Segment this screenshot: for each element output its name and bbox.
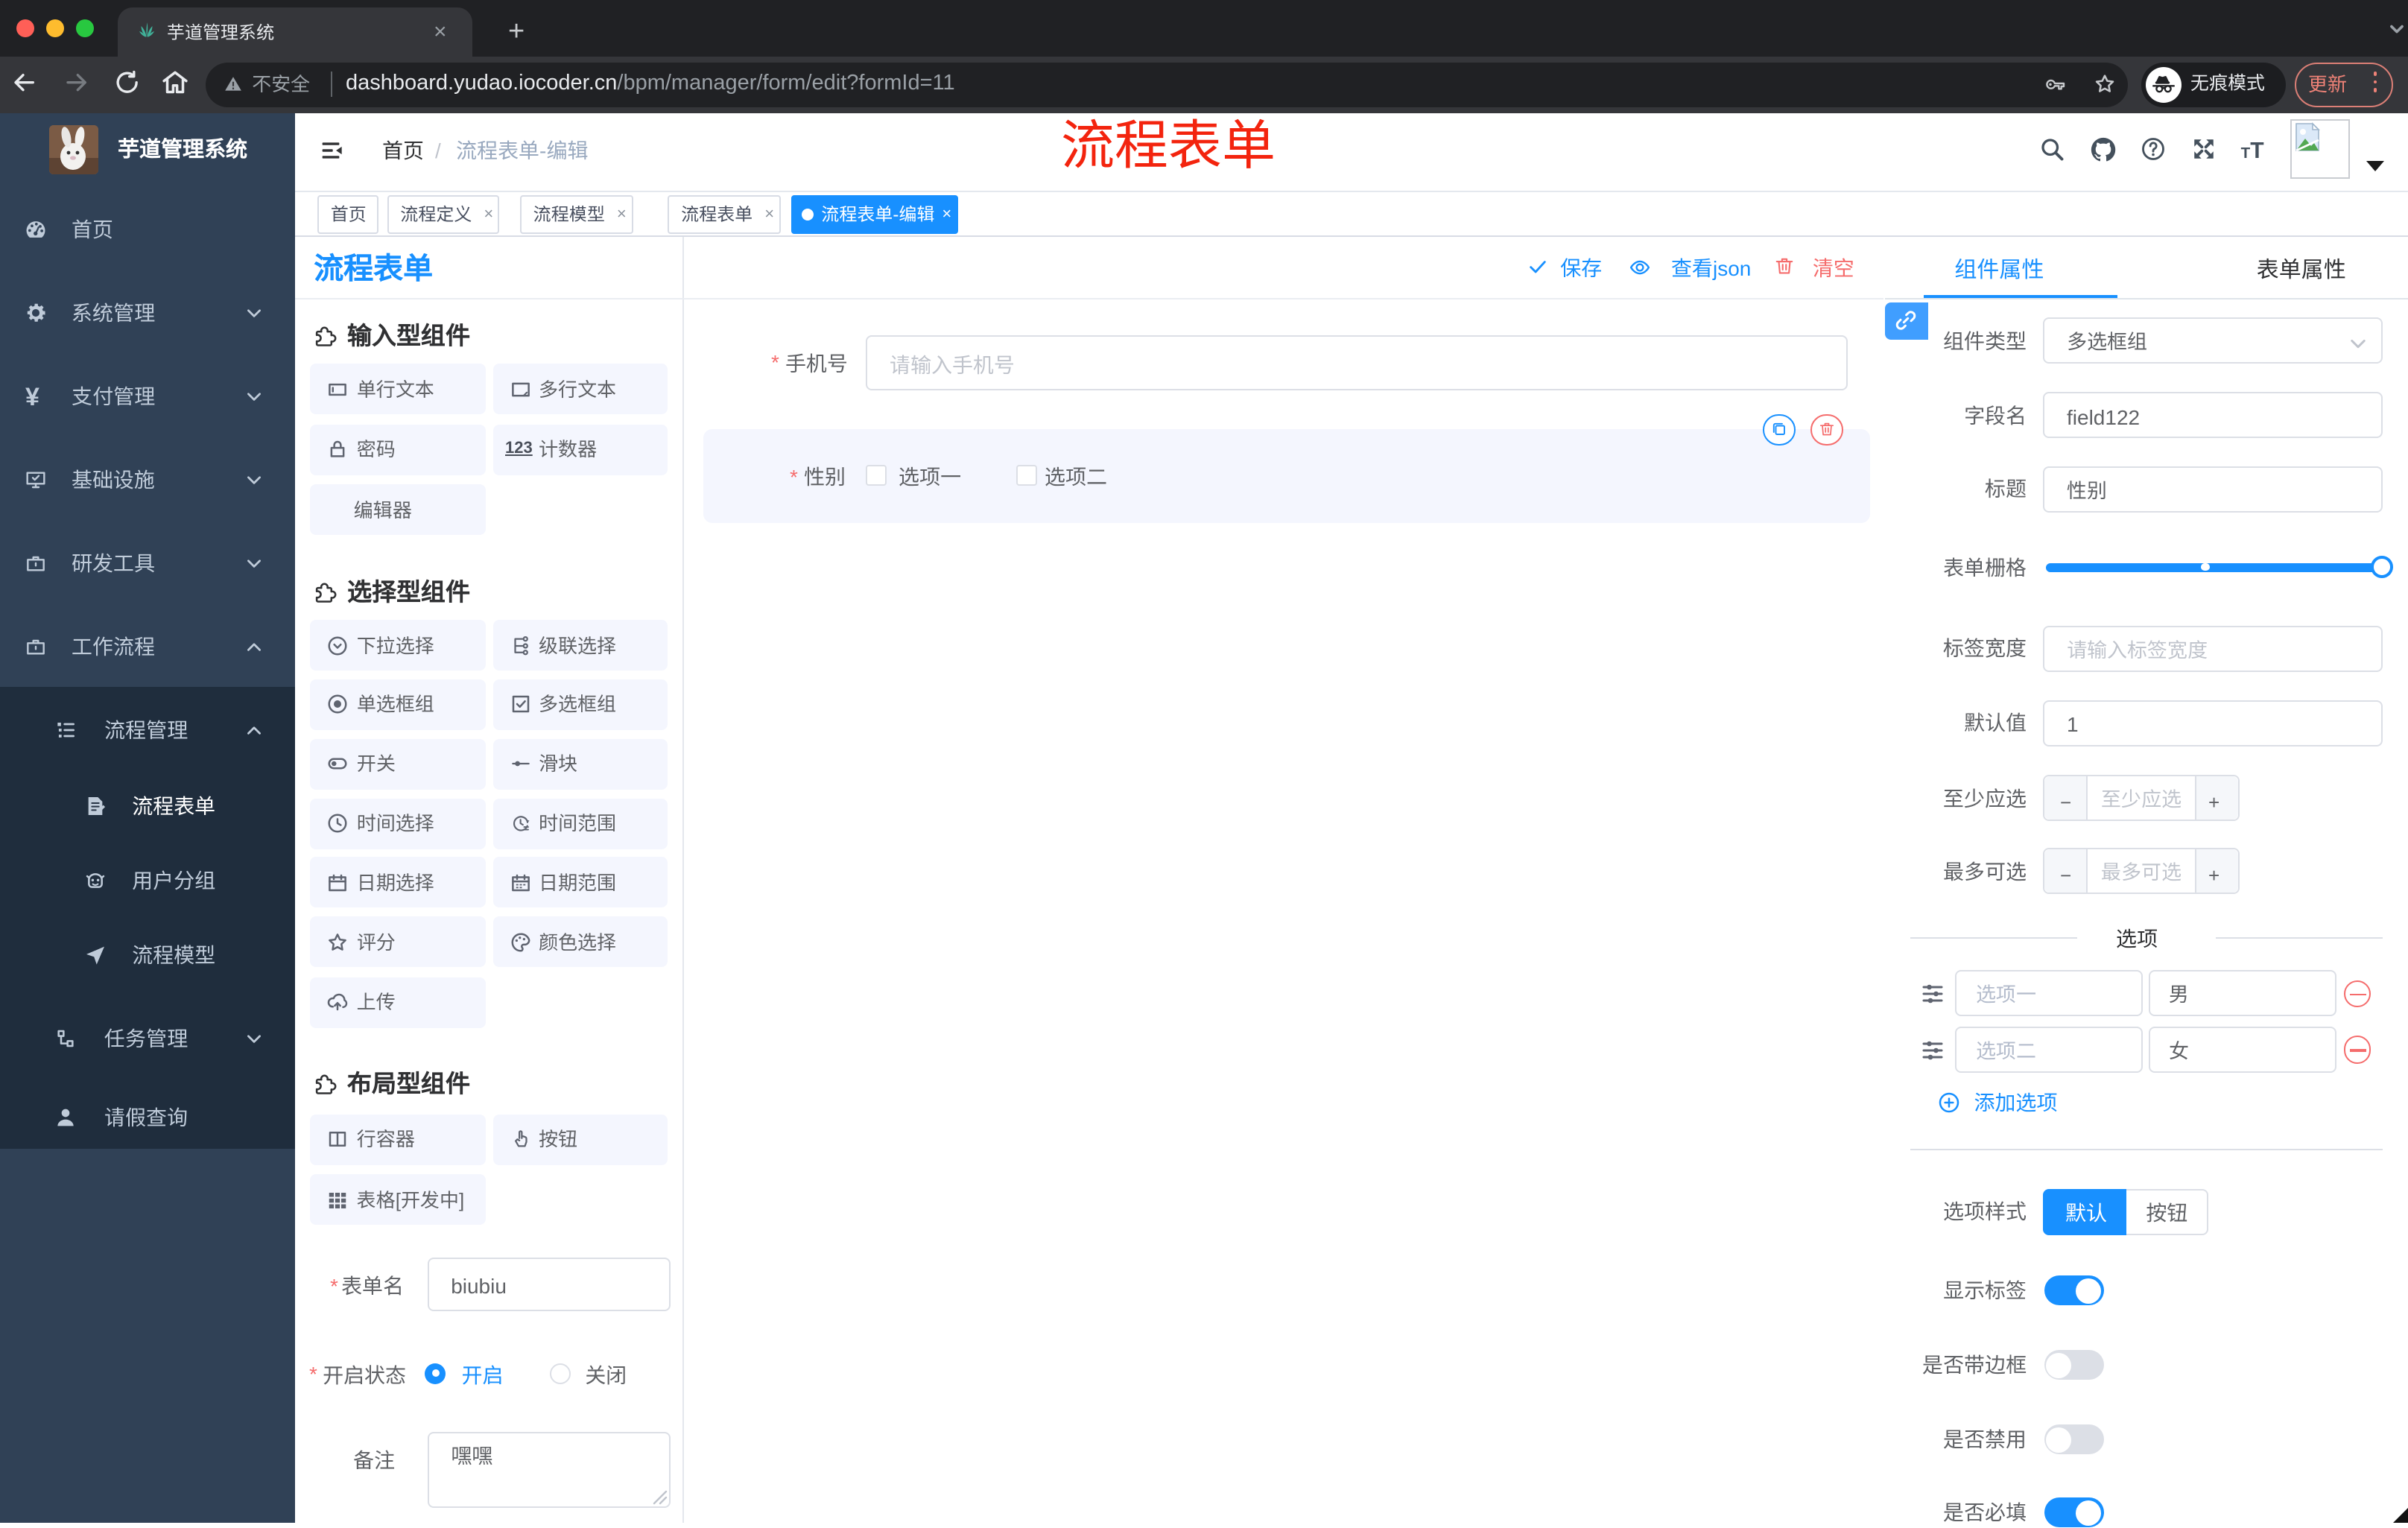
svg-text:T: T [2241, 145, 2251, 162]
svg-text:T: T [2250, 139, 2264, 163]
